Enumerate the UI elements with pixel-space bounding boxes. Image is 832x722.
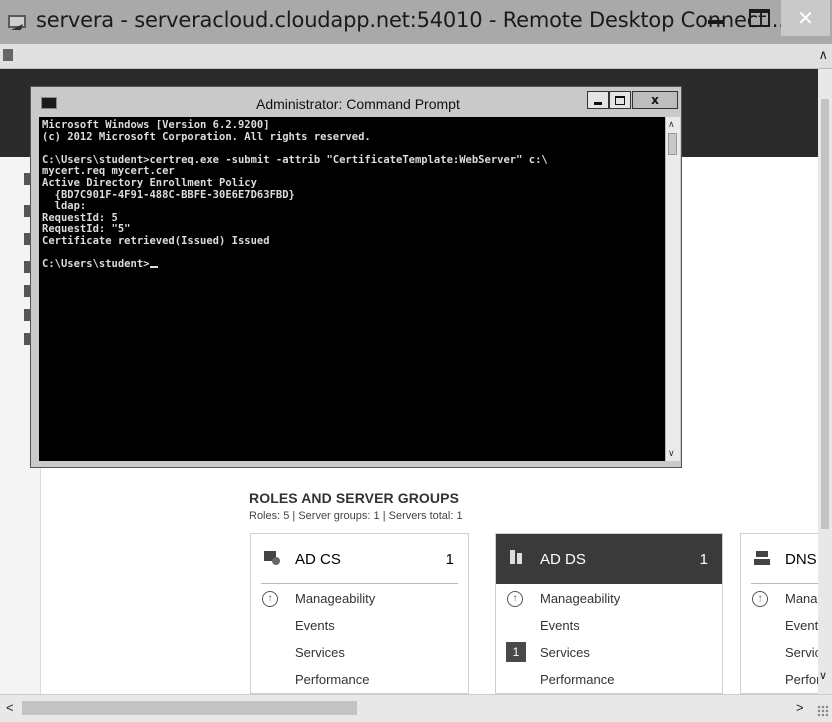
tile-row-events[interactable]: Events	[540, 618, 580, 633]
scroll-down-icon[interactable]: ∨	[819, 669, 827, 682]
tile-row-services[interactable]: Services	[540, 645, 590, 660]
divider	[261, 583, 458, 584]
up-arrow-circle-icon: ↑	[752, 591, 768, 607]
scroll-left-icon[interactable]: <	[6, 700, 14, 715]
up-arrow-circle-icon: ↑	[262, 591, 278, 607]
maximize-button[interactable]	[738, 0, 780, 36]
scroll-up-icon[interactable]: ∧	[818, 47, 828, 63]
console-line: RequestId: 5	[42, 211, 118, 224]
tile-name: DNS	[785, 551, 817, 568]
roles-summary: Roles: 5 | Server groups: 1 | Servers to…	[249, 510, 463, 522]
minimize-icon	[594, 101, 602, 105]
tile-header[interactable]: AD DS 1	[496, 534, 722, 584]
console-line: Certificate retrieved(Issued) Issued	[42, 235, 270, 247]
rdp-titlebar: servera - serveracloud.cloudapp.net:5401…	[0, 0, 832, 44]
dns-icon	[754, 551, 770, 565]
cmd-icon	[41, 97, 57, 109]
text-cursor	[150, 266, 159, 269]
cmd-window-controls: x	[587, 91, 678, 109]
cmd-maximize-button[interactable]	[609, 91, 631, 109]
tile-row-performance[interactable]: Performance	[540, 672, 614, 687]
minimize-icon	[708, 20, 724, 24]
console-line: ldap:	[42, 200, 87, 213]
cmd-minimize-button[interactable]	[587, 91, 609, 109]
tile-name: AD CS	[295, 551, 341, 568]
tile-row-services[interactable]: Services	[295, 645, 345, 660]
cmd-titlebar[interactable]: Administrator: Command Prompt x	[31, 87, 681, 117]
console-output[interactable]: Microsoft Windows [Version 6.2.9200] (c) …	[39, 117, 665, 461]
directory-icon	[510, 550, 522, 564]
role-tile-adds[interactable]: AD DS 1 ↑ Manageability Events 1 Service…	[495, 533, 723, 694]
remote-desktop-icon	[8, 15, 26, 30]
up-arrow-circle-icon: ↑	[507, 591, 523, 607]
connection-bar-icon[interactable]	[3, 49, 13, 61]
console-line: C:\Users\student>	[42, 258, 159, 270]
scroll-up-icon[interactable]: ∧	[668, 119, 675, 130]
tile-header[interactable]: AD CS 1	[251, 534, 468, 584]
console-line: {BD7C901F-4F91-488C-BBFE-30E6E7D63FBD}	[42, 188, 295, 201]
tile-name: AD DS	[540, 551, 586, 568]
close-button[interactable]: ✕	[781, 0, 830, 36]
console-line: Active Directory Enrollment Policy	[42, 177, 257, 189]
tile-row-manageability[interactable]: Manageability	[295, 591, 375, 606]
cmd-title: Administrator: Command Prompt	[256, 96, 460, 112]
resize-grip-icon[interactable]	[817, 705, 829, 717]
cmd-close-button[interactable]: x	[632, 91, 678, 109]
roles-section-title: ROLES AND SERVER GROUPS	[249, 490, 460, 506]
tile-count: 1	[445, 551, 454, 568]
maximize-icon	[748, 9, 770, 27]
console-line: (c) 2012 Microsoft Corporation. All righ…	[42, 130, 371, 143]
rdp-toolbar-strip: ∧	[0, 44, 832, 69]
vertical-scrollbar[interactable]: ∨	[818, 69, 832, 694]
console-line: Microsoft Windows [Version 6.2.9200]	[42, 119, 270, 131]
scroll-down-icon[interactable]: ∨	[668, 448, 675, 459]
tile-row-performance[interactable]: Performance	[295, 672, 369, 687]
horizontal-scrollbar[interactable]: < >	[0, 694, 832, 722]
role-tile-adcs[interactable]: AD CS 1 ↑ Manageability Events Services …	[250, 533, 469, 694]
console-line: mycert.req mycert.cer	[42, 165, 175, 178]
scrollbar-thumb[interactable]	[821, 99, 829, 529]
close-icon: ✕	[797, 6, 814, 30]
scrollbar-thumb[interactable]	[22, 701, 357, 715]
console-line: C:\Users\student>certreq.exe -submit -at…	[42, 153, 548, 166]
tile-row-manageability[interactable]: Manageability	[540, 591, 620, 606]
services-count-badge: 1	[506, 642, 526, 662]
command-prompt-window[interactable]: Administrator: Command Prompt x Microsof…	[30, 86, 682, 468]
cmd-scrollbar[interactable]: ∧ ∨	[665, 117, 680, 461]
minimize-button[interactable]	[695, 0, 737, 36]
console-line: RequestId: "5"	[42, 223, 131, 236]
tile-count: 1	[699, 551, 708, 568]
certificate-icon	[264, 551, 280, 565]
tile-row-events[interactable]: Events	[295, 618, 335, 633]
close-icon: x	[651, 93, 659, 107]
maximize-icon	[615, 95, 625, 105]
scrollbar-thumb[interactable]	[668, 133, 677, 155]
scroll-right-icon[interactable]: >	[796, 700, 804, 715]
window-title: servera - serveracloud.cloudapp.net:5401…	[36, 8, 792, 32]
